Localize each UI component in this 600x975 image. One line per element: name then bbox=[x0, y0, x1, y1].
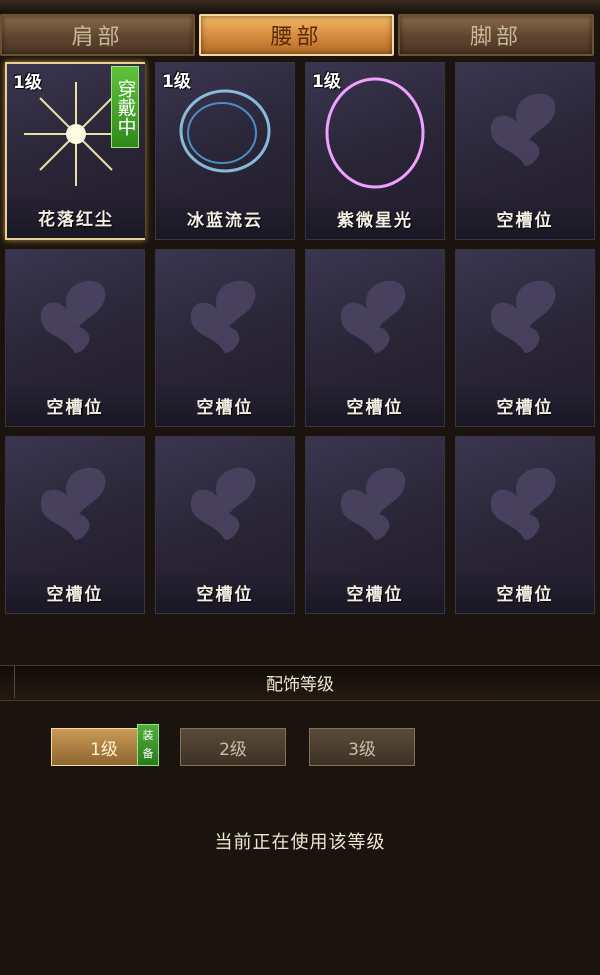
level-label: 1级 bbox=[162, 72, 191, 92]
slot-name: 空槽位 bbox=[6, 385, 144, 426]
slot-9[interactable]: 空槽位 bbox=[5, 436, 145, 614]
slot-1[interactable]: 1级 穿戴中 花落红尘 bbox=[5, 62, 145, 240]
level-label: 1级 bbox=[13, 73, 42, 93]
slot-11[interactable]: 空槽位 bbox=[305, 436, 445, 614]
equipped-badge-char-2: 备 bbox=[142, 747, 154, 760]
butterfly-icon bbox=[40, 280, 106, 353]
slot-name: 空槽位 bbox=[306, 385, 444, 426]
empty-slot-art bbox=[156, 250, 294, 385]
slot-name: 空槽位 bbox=[156, 385, 294, 426]
slot-5[interactable]: 空槽位 bbox=[5, 249, 145, 427]
level-label: 1级 bbox=[312, 72, 341, 92]
slot-8[interactable]: 空槽位 bbox=[455, 249, 595, 427]
empty-slot-art bbox=[156, 437, 294, 572]
tab-waist[interactable]: 腰部 bbox=[199, 14, 394, 56]
slot-2[interactable]: 1级 冰蓝流云 bbox=[155, 62, 295, 240]
level-status-text: 当前正在使用该等级 bbox=[214, 832, 386, 853]
slot-name: 紫微星光 bbox=[306, 198, 444, 239]
tab-bar: 肩部 腰部 脚部 bbox=[0, 12, 600, 58]
equipped-badge-char-1: 装 bbox=[142, 729, 154, 742]
slot-4[interactable]: 空槽位 bbox=[455, 62, 595, 240]
slot-name: 空槽位 bbox=[456, 198, 594, 239]
butterfly-icon bbox=[190, 280, 256, 353]
slot-3[interactable]: 1级 紫微星光 bbox=[305, 62, 445, 240]
slot-6[interactable]: 空槽位 bbox=[155, 249, 295, 427]
empty-slot-art bbox=[456, 63, 594, 198]
slot-name: 空槽位 bbox=[6, 572, 144, 613]
slot-12[interactable]: 空槽位 bbox=[455, 436, 595, 614]
slot-10[interactable]: 空槽位 bbox=[155, 436, 295, 614]
butterfly-icon bbox=[490, 280, 556, 353]
slot-7[interactable]: 空槽位 bbox=[305, 249, 445, 427]
empty-slot-art bbox=[456, 250, 594, 385]
level-section-title: 配饰等级 bbox=[266, 674, 334, 695]
butterfly-icon bbox=[190, 467, 256, 540]
slot-name: 空槽位 bbox=[306, 572, 444, 613]
wearing-badge: 穿戴中 bbox=[111, 66, 139, 148]
butterfly-icon bbox=[490, 93, 556, 166]
empty-slot-art bbox=[6, 437, 144, 572]
empty-slot-art bbox=[456, 437, 594, 572]
slot-name: 空槽位 bbox=[156, 572, 294, 613]
tab-foot[interactable]: 脚部 bbox=[398, 14, 594, 56]
top-border bbox=[0, 0, 600, 12]
equipped-badge: 装 备 bbox=[137, 724, 159, 766]
butterfly-icon bbox=[340, 280, 406, 353]
butterfly-icon bbox=[40, 467, 106, 540]
slot-name: 空槽位 bbox=[456, 385, 594, 426]
slot-name: 冰蓝流云 bbox=[156, 198, 294, 239]
slot-name: 花落红尘 bbox=[7, 197, 145, 238]
tab-shoulder[interactable]: 肩部 bbox=[0, 14, 195, 56]
slot-name: 空槽位 bbox=[456, 572, 594, 613]
empty-slot-art bbox=[306, 250, 444, 385]
butterfly-icon bbox=[340, 467, 406, 540]
empty-slot-art bbox=[306, 437, 444, 572]
level-3-button[interactable]: 3级 bbox=[309, 728, 415, 766]
accessory-grid: 1级 穿戴中 花落红尘 1级 冰蓝流云 1级 紫微星光 空槽位 空槽位 空槽位 … bbox=[0, 58, 600, 618]
butterfly-icon bbox=[490, 467, 556, 540]
level-2-button[interactable]: 2级 bbox=[180, 728, 286, 766]
empty-slot-art bbox=[6, 250, 144, 385]
